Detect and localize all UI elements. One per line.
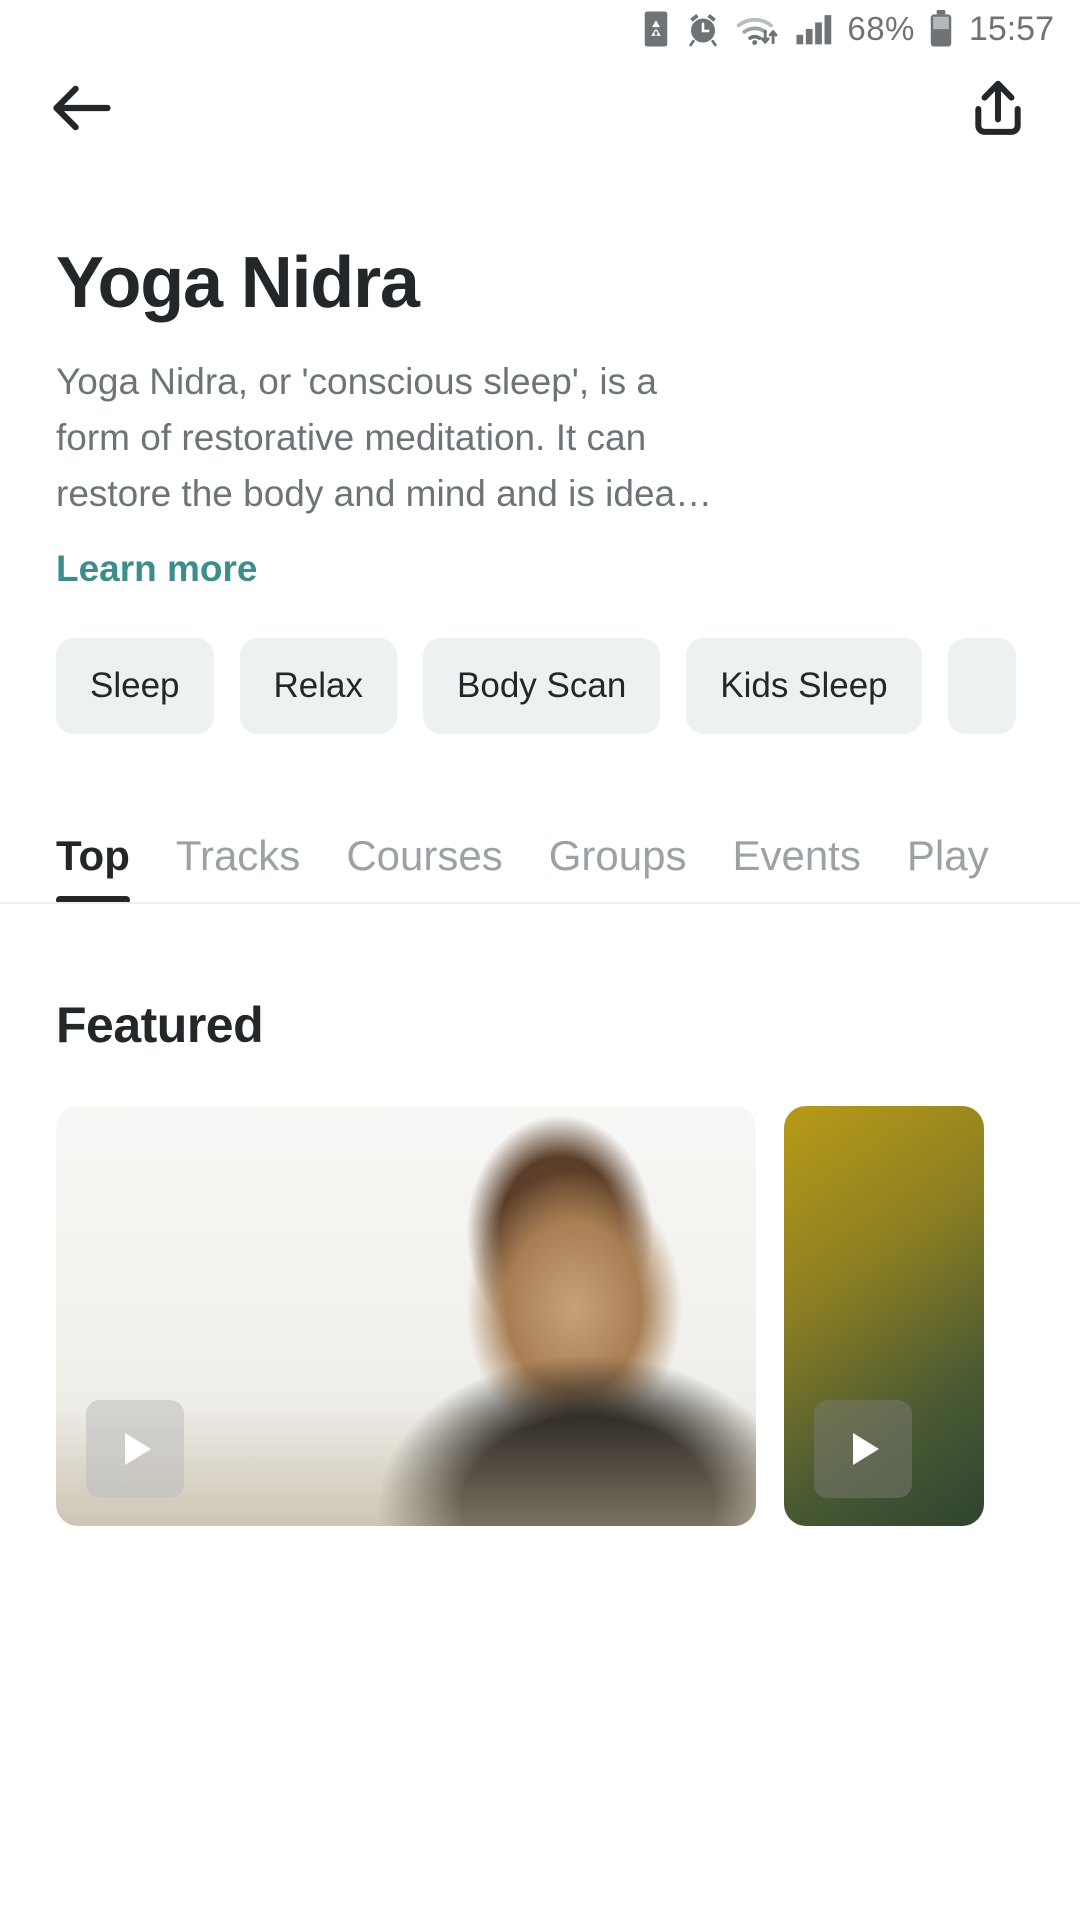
- tab-play[interactable]: Play: [907, 832, 989, 902]
- content-tab-bar[interactable]: Top Tracks Courses Groups Events Play: [0, 796, 1080, 905]
- chip-sleep[interactable]: Sleep: [56, 638, 214, 735]
- chip-relax[interactable]: Relax: [239, 638, 398, 735]
- alarm-icon: [685, 11, 721, 47]
- featured-section-title: Featured: [56, 997, 264, 1054]
- play-icon: [853, 1433, 879, 1466]
- learn-more-link[interactable]: Learn more: [56, 548, 258, 590]
- featured-card-primary[interactable]: [56, 1106, 756, 1527]
- status-bar: 68% 15:57: [0, 0, 1080, 58]
- page-title: Yoga Nidra: [56, 243, 420, 323]
- top-nav-bar: [0, 58, 1080, 158]
- battery-icon: [929, 10, 953, 48]
- tab-groups[interactable]: Groups: [549, 832, 687, 902]
- tab-events[interactable]: Events: [732, 832, 860, 902]
- featured-card-secondary[interactable]: [784, 1106, 984, 1527]
- tab-courses[interactable]: Courses: [346, 832, 502, 902]
- wifi-icon: [735, 11, 781, 47]
- page-description: Yoga Nidra, or 'conscious sleep', is a f…: [56, 360, 713, 515]
- signal-icon: [795, 12, 833, 46]
- status-bar-clock: 15:57: [968, 9, 1054, 48]
- share-icon: [975, 80, 1021, 135]
- play-button[interactable]: [814, 1400, 912, 1499]
- chip-body-scan[interactable]: Body Scan: [423, 638, 661, 735]
- chip-partial-next[interactable]: [947, 638, 1016, 735]
- tab-top[interactable]: Top: [56, 832, 130, 903]
- sim-card-icon: [641, 10, 671, 48]
- battery-percent-label: 68%: [847, 10, 915, 47]
- featured-card-carousel[interactable]: [0, 1106, 1080, 1527]
- back-arrow-icon: [53, 85, 111, 131]
- play-icon: [125, 1433, 151, 1466]
- share-button[interactable]: [962, 72, 1034, 144]
- tab-tracks[interactable]: Tracks: [176, 832, 300, 902]
- chip-kids-sleep[interactable]: Kids Sleep: [686, 638, 922, 735]
- category-chip-row[interactable]: Sleep Relax Body Scan Kids Sleep: [0, 638, 1080, 735]
- back-button[interactable]: [46, 72, 118, 144]
- header-section: Yoga Nidra Yoga Nidra, or 'conscious sle…: [0, 243, 1080, 590]
- play-button[interactable]: [86, 1400, 184, 1499]
